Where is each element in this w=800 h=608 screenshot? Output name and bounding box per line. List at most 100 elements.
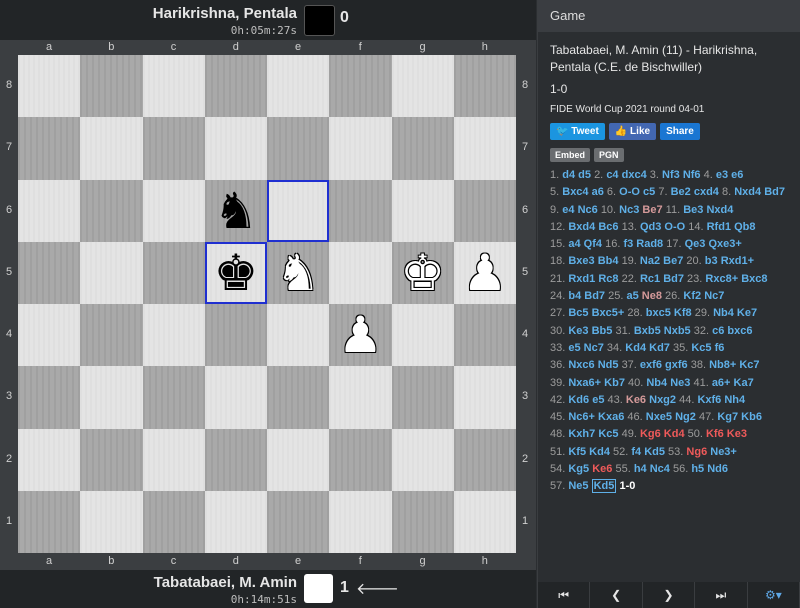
move[interactable]: Rxd1: [568, 273, 595, 285]
move[interactable]: Bd7: [663, 273, 684, 285]
move[interactable]: c5: [643, 186, 655, 198]
square-e8[interactable]: [267, 55, 330, 118]
move[interactable]: Nc6: [578, 204, 598, 216]
move[interactable]: d4: [562, 169, 575, 181]
move[interactable]: Bb4: [598, 255, 619, 267]
move[interactable]: Kxh7: [568, 428, 595, 440]
move[interactable]: Qe3: [685, 238, 706, 250]
white-knight-icon[interactable]: ♞: [276, 248, 321, 298]
move[interactable]: Kd4: [589, 446, 610, 458]
move[interactable]: Kxa6: [598, 411, 624, 423]
move[interactable]: Rad8: [636, 238, 663, 250]
white-pawn-icon[interactable]: ♟: [338, 310, 383, 360]
chess-board[interactable]: ♞ ♚ ♞ ♚ ♟ ♟: [18, 55, 516, 553]
move[interactable]: f3: [623, 238, 633, 250]
square-e3[interactable]: [267, 366, 330, 429]
move[interactable]: Bxe3: [568, 255, 594, 267]
move[interactable]: a5: [626, 290, 638, 302]
move[interactable]: Bxc5+: [592, 307, 625, 319]
square-g1[interactable]: [391, 490, 454, 553]
move[interactable]: Kxf6: [697, 394, 721, 406]
move[interactable]: Be3: [683, 204, 703, 216]
move[interactable]: Ke3: [727, 428, 747, 440]
move[interactable]: Nc3: [619, 204, 639, 216]
move[interactable]: Nxe5: [646, 411, 672, 423]
square-b4[interactable]: [80, 304, 143, 367]
move[interactable]: Ke3: [568, 325, 588, 337]
move[interactable]: Kf5: [568, 446, 586, 458]
move[interactable]: Na2: [640, 255, 660, 267]
move[interactable]: Nxc6: [568, 359, 594, 371]
move[interactable]: Kd7: [649, 342, 670, 354]
move[interactable]: Nb4: [713, 307, 734, 319]
move[interactable]: Bxb5: [634, 325, 661, 337]
square-h5[interactable]: ♟: [453, 241, 516, 304]
move[interactable]: Bc6: [598, 221, 618, 233]
settings-gear-icon[interactable]: ⚙▾: [747, 582, 800, 608]
move[interactable]: c4: [606, 169, 618, 181]
move[interactable]: bxc5: [646, 307, 671, 319]
square-d2[interactable]: [204, 428, 267, 491]
square-c6[interactable]: [142, 179, 205, 242]
move[interactable]: Kg5: [568, 463, 589, 475]
embed-button[interactable]: Embed: [550, 148, 591, 162]
square-d5[interactable]: ♚: [204, 241, 267, 304]
move[interactable]: Bxd4: [568, 221, 595, 233]
move[interactable]: O-O: [664, 221, 685, 233]
move[interactable]: Bd7: [764, 186, 785, 198]
previous-move-icon[interactable]: ❮: [590, 582, 643, 608]
move[interactable]: b3: [705, 255, 718, 267]
square-c5[interactable]: [142, 241, 205, 304]
square-b7[interactable]: [80, 117, 143, 180]
move[interactable]: cxd4: [694, 186, 719, 198]
move[interactable]: Ne8: [642, 290, 662, 302]
square-a4[interactable]: [18, 304, 81, 367]
square-d4[interactable]: [204, 304, 267, 367]
move[interactable]: Kf2: [683, 290, 701, 302]
square-g2[interactable]: [391, 428, 454, 491]
move[interactable]: Qb8: [734, 221, 755, 233]
square-f5[interactable]: [329, 241, 392, 304]
square-a8[interactable]: [18, 55, 81, 118]
move[interactable]: Kf6: [706, 428, 724, 440]
square-d3[interactable]: [204, 366, 267, 429]
move[interactable]: e3: [716, 169, 728, 181]
square-d7[interactable]: [204, 117, 267, 180]
share-button[interactable]: Share: [660, 123, 700, 140]
black-king-icon[interactable]: ♚: [213, 248, 258, 298]
square-c3[interactable]: [142, 366, 205, 429]
square-b1[interactable]: [80, 490, 143, 553]
square-c4[interactable]: [142, 304, 205, 367]
move[interactable]: Be7: [642, 204, 662, 216]
square-b6[interactable]: [80, 179, 143, 242]
square-f7[interactable]: [329, 117, 392, 180]
black-knight-icon[interactable]: ♞: [213, 186, 258, 236]
move[interactable]: Nd6: [707, 463, 728, 475]
move[interactable]: Kc5: [691, 342, 711, 354]
square-f2[interactable]: [329, 428, 392, 491]
move[interactable]: Ke6: [592, 463, 612, 475]
move[interactable]: a6+: [712, 377, 731, 389]
square-g5[interactable]: ♚: [391, 241, 454, 304]
move[interactable]: Nc4: [650, 463, 670, 475]
move[interactable]: Rfd1: [707, 221, 731, 233]
move[interactable]: Qxe3+: [708, 238, 741, 250]
move[interactable]: e5: [592, 394, 604, 406]
move[interactable]: f4: [631, 446, 641, 458]
move[interactable]: Ng2: [675, 411, 696, 423]
square-c8[interactable]: [142, 55, 205, 118]
move[interactable]: Ne5: [568, 480, 588, 492]
move[interactable]: e6: [731, 169, 743, 181]
move[interactable]: Ke6: [626, 394, 646, 406]
square-f3[interactable]: [329, 366, 392, 429]
move[interactable]: Nf3: [662, 169, 680, 181]
move[interactable]: Qf4: [584, 238, 602, 250]
move[interactable]: h4: [634, 463, 647, 475]
square-f8[interactable]: [329, 55, 392, 118]
square-e4[interactable]: [267, 304, 330, 367]
move[interactable]: Be2: [671, 186, 691, 198]
square-d8[interactable]: [204, 55, 267, 118]
square-c7[interactable]: [142, 117, 205, 180]
move[interactable]: Be7: [663, 255, 683, 267]
move[interactable]: Kd4: [664, 428, 685, 440]
